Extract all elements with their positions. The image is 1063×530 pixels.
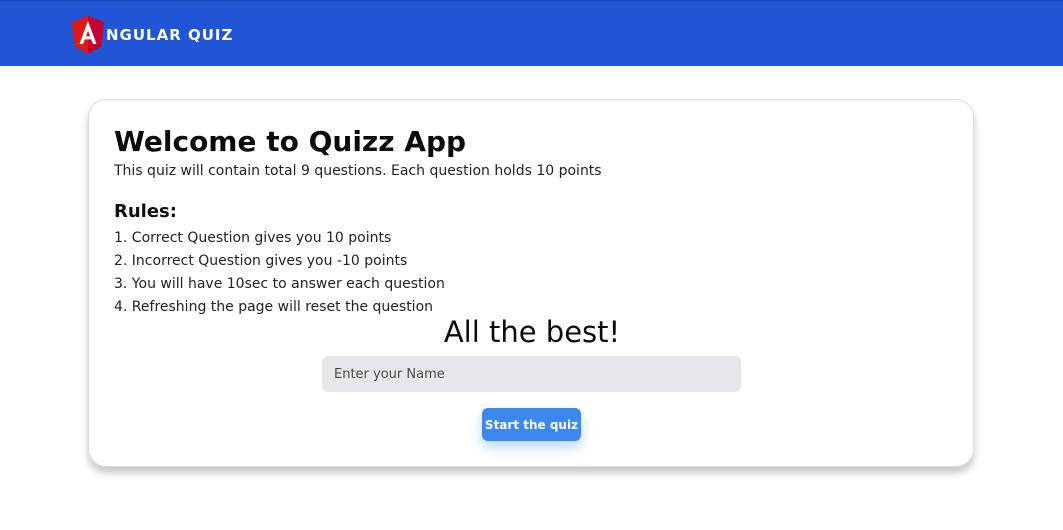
top-navbar: NGULAR QUIZ — [0, 0, 1063, 66]
brand-text: NGULAR QUIZ — [106, 26, 234, 44]
quiz-description: This quiz will contain total 9 questions… — [114, 163, 602, 179]
welcome-card: Welcome to Quizz App This quiz will cont… — [88, 99, 974, 467]
rule-item: 2. Incorrect Question gives you -10 poin… — [114, 253, 408, 269]
all-the-best-heading: All the best! — [443, 315, 621, 349]
angular-logo-icon — [72, 16, 104, 54]
rule-item: 1. Correct Question gives you 10 points — [114, 230, 392, 246]
start-quiz-button[interactable]: Start the quiz — [482, 408, 581, 441]
page-title: Welcome to Quizz App — [114, 125, 467, 158]
brand-link[interactable]: NGULAR QUIZ — [72, 16, 233, 54]
name-input[interactable] — [322, 356, 741, 392]
rules-list: 1. Correct Question gives you 10 points … — [114, 227, 445, 319]
rule-item: 3. You will have 10sec to answer each qu… — [114, 276, 445, 292]
rules-heading: Rules: — [114, 201, 177, 222]
